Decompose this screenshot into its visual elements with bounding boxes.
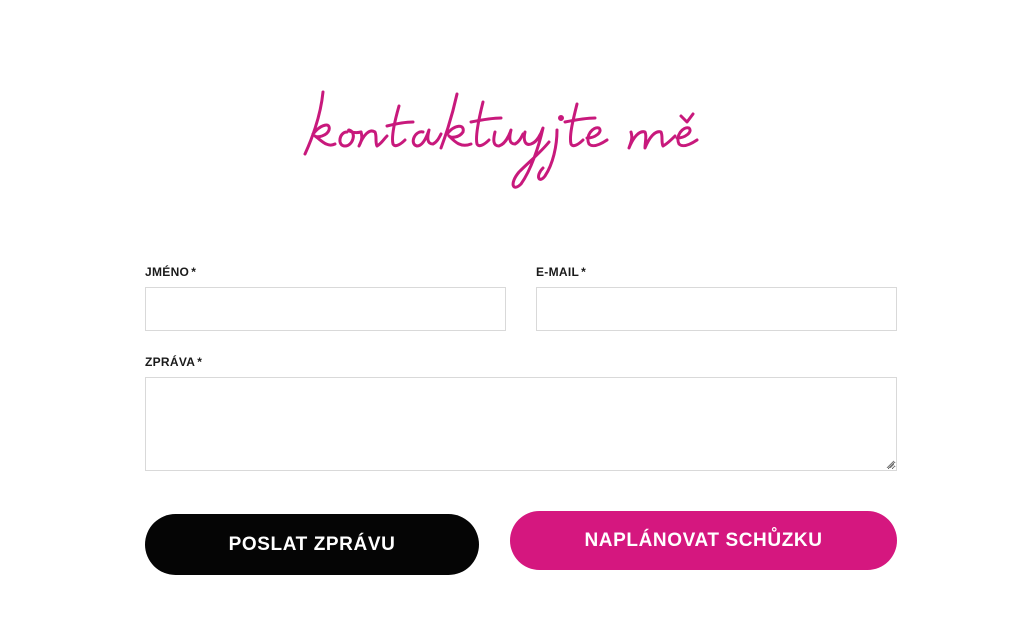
resize-handle-icon[interactable] bbox=[886, 460, 894, 468]
email-input[interactable] bbox=[536, 287, 897, 331]
message-label: ZPRÁVA * bbox=[145, 355, 202, 369]
contact-page: kontaktujte mě bbox=[0, 0, 1024, 642]
handwritten-heading-graphic bbox=[303, 90, 699, 189]
name-required-mark: * bbox=[191, 265, 197, 279]
page-title: kontaktujte mě bbox=[295, 72, 745, 202]
email-label: E-MAIL * bbox=[536, 265, 586, 279]
email-label-text: E-MAIL bbox=[536, 265, 580, 279]
name-label-text: JMÉNO bbox=[145, 265, 190, 279]
message-label-text: ZPRÁVA bbox=[145, 355, 196, 369]
message-textarea[interactable] bbox=[145, 377, 897, 471]
name-input[interactable] bbox=[145, 287, 506, 331]
schedule-meeting-button[interactable]: NAPLÁNOVAT SCHŮZKU bbox=[510, 511, 897, 570]
message-required-mark: * bbox=[197, 355, 203, 369]
email-required-mark: * bbox=[581, 265, 587, 279]
send-message-button[interactable]: POSLAT ZPRÁVU bbox=[145, 514, 479, 575]
name-label: JMÉNO * bbox=[145, 265, 196, 279]
